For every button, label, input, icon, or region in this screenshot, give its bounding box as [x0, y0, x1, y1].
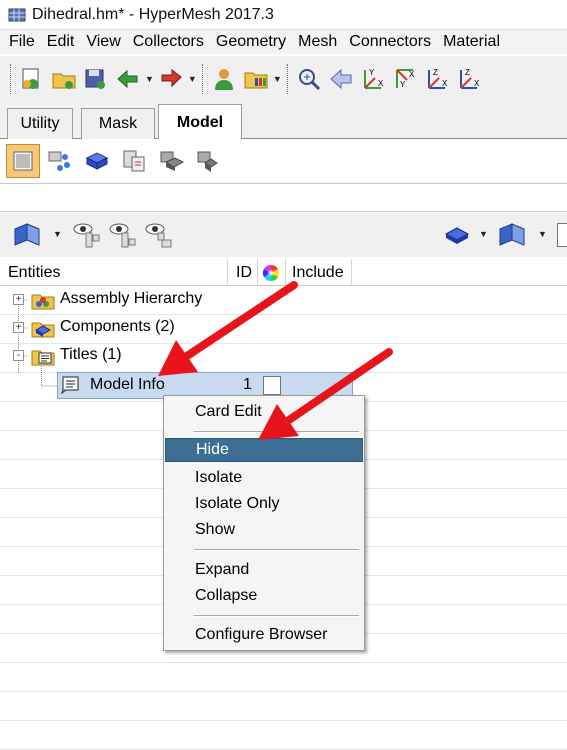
- column-color[interactable]: [258, 259, 286, 286]
- user-profile-icon[interactable]: [209, 64, 239, 94]
- menu-item-isolate[interactable]: Isolate: [165, 466, 363, 490]
- import-icon[interactable]: [113, 64, 143, 94]
- svg-text:X: X: [474, 79, 480, 88]
- results-dropdown-icon[interactable]: ▼: [273, 74, 282, 84]
- tree-item-titles[interactable]: Titles (1): [60, 346, 122, 364]
- model-info-color-swatch[interactable]: [263, 376, 281, 395]
- entity-view-icon[interactable]: [6, 144, 40, 178]
- view-bottom-icon[interactable]: XY: [390, 64, 420, 94]
- browser-view-icons: [0, 139, 567, 183]
- new-model-icon[interactable]: [17, 64, 47, 94]
- previous-view-icon[interactable]: [326, 64, 356, 94]
- toolbar-grip: [10, 64, 12, 94]
- save-model-icon[interactable]: [81, 64, 111, 94]
- menu-bar: File Edit View Collectors Geometry Mesh …: [0, 30, 567, 54]
- collapse-titles[interactable]: -: [13, 350, 24, 361]
- export-dropdown-icon[interactable]: ▼: [188, 74, 197, 84]
- view-left-icon[interactable]: ZX: [422, 64, 452, 94]
- menu-separator: [194, 549, 359, 551]
- menu-item-collapse[interactable]: Collapse: [165, 584, 363, 608]
- import-dropdown-icon[interactable]: ▼: [145, 74, 154, 84]
- hypermesh-app-icon: [8, 8, 26, 21]
- column-entities[interactable]: Entities: [0, 259, 228, 286]
- display-dropdown-icon[interactable]: ▼: [53, 229, 62, 239]
- menu-collectors[interactable]: Collectors: [127, 33, 210, 51]
- menu-view[interactable]: View: [80, 33, 126, 51]
- menu-separator: [194, 431, 359, 433]
- view-right-icon[interactable]: ZX: [454, 64, 484, 94]
- menu-file[interactable]: File: [0, 33, 41, 51]
- solver-view-icon[interactable]: [191, 144, 225, 178]
- menu-edit[interactable]: Edit: [41, 33, 81, 51]
- view-mode-dropdown-icon[interactable]: ▼: [538, 229, 547, 239]
- menu-item-isolate-only[interactable]: Isolate Only: [165, 492, 363, 516]
- column-include[interactable]: Include: [286, 259, 352, 286]
- menu-geometry[interactable]: Geometry: [210, 33, 292, 51]
- results-icon[interactable]: [241, 64, 271, 94]
- toolbar-separator: [286, 64, 289, 94]
- context-menu: Card Edit Hide Isolate Isolate Only Show…: [163, 395, 365, 651]
- svg-text:X: X: [409, 70, 415, 79]
- zoom-icon[interactable]: [294, 64, 324, 94]
- model-info-id: 1: [243, 376, 252, 393]
- menu-item-show[interactable]: Show: [165, 518, 363, 542]
- expand-assembly-hierarchy[interactable]: +: [13, 294, 24, 305]
- hierarchy-view-icon[interactable]: [43, 144, 77, 178]
- view-mode-icon[interactable]: [497, 221, 527, 254]
- shaded-display-icon[interactable]: [444, 225, 470, 252]
- browser-tabs: Utility Mask Model: [0, 102, 567, 140]
- menu-separator: [194, 615, 359, 617]
- toolbar-separator: [201, 64, 204, 94]
- tab-mask[interactable]: Mask: [81, 108, 155, 139]
- show-selected-icon[interactable]: [108, 221, 138, 254]
- svg-text:Y: Y: [400, 80, 406, 89]
- menu-item-card-edit[interactable]: Card Edit: [165, 400, 363, 424]
- tab-utility[interactable]: Utility: [7, 108, 73, 139]
- menu-item-configure-browser[interactable]: Configure Browser: [165, 623, 363, 647]
- title-icon: [31, 345, 55, 372]
- title-bar: Dihedral.hm* - HyperMesh 2017.3: [0, 0, 567, 30]
- browser-filter-field[interactable]: [0, 183, 567, 212]
- component-view-icon[interactable]: [80, 144, 114, 178]
- color-wheel-icon: [262, 264, 280, 281]
- open-model-icon[interactable]: [49, 64, 79, 94]
- menu-item-expand[interactable]: Expand: [165, 558, 363, 582]
- window-title: Dihedral.hm* - HyperMesh 2017.3: [32, 5, 274, 23]
- svg-text:Y: Y: [369, 68, 375, 77]
- model-info-title-icon: [61, 376, 81, 399]
- tree-item-components[interactable]: Components (2): [60, 318, 175, 336]
- assembly-icon: [31, 289, 55, 316]
- show-unselected-icon[interactable]: [144, 221, 174, 254]
- overflow-icon[interactable]: [557, 223, 567, 247]
- show-all-icon[interactable]: [72, 221, 102, 254]
- column-id[interactable]: ID: [228, 259, 258, 286]
- menu-connectors[interactable]: Connectors: [343, 33, 437, 51]
- menu-mesh[interactable]: Mesh: [292, 33, 343, 51]
- shaded-dropdown-icon[interactable]: ▼: [479, 229, 488, 239]
- export-icon[interactable]: [156, 64, 186, 94]
- include-view-icon[interactable]: [117, 144, 151, 178]
- expand-components[interactable]: +: [13, 322, 24, 333]
- menu-item-hide[interactable]: Hide: [165, 438, 363, 462]
- display-toggle-icon[interactable]: [12, 221, 42, 254]
- view-top-icon[interactable]: YX: [358, 64, 388, 94]
- svg-text:X: X: [378, 79, 384, 88]
- tab-model[interactable]: Model: [158, 104, 242, 140]
- svg-text:X: X: [442, 79, 448, 88]
- browser-column-header: Entities ID Include: [0, 259, 567, 286]
- main-toolbar: ▼ ▼ ▼ YX XY ZX ZX: [0, 56, 567, 102]
- tree-item-assembly-hierarchy[interactable]: Assembly Hierarchy: [60, 290, 202, 308]
- svg-text:Z: Z: [465, 68, 470, 77]
- tree-item-model-info[interactable]: Model Info: [90, 376, 165, 394]
- component-icon: [31, 317, 55, 344]
- svg-text:Z: Z: [433, 68, 438, 77]
- menu-material[interactable]: Material: [437, 33, 506, 51]
- part-view-icon[interactable]: [154, 144, 188, 178]
- browser-toolbar: ▼ ▼ ▼: [0, 213, 567, 257]
